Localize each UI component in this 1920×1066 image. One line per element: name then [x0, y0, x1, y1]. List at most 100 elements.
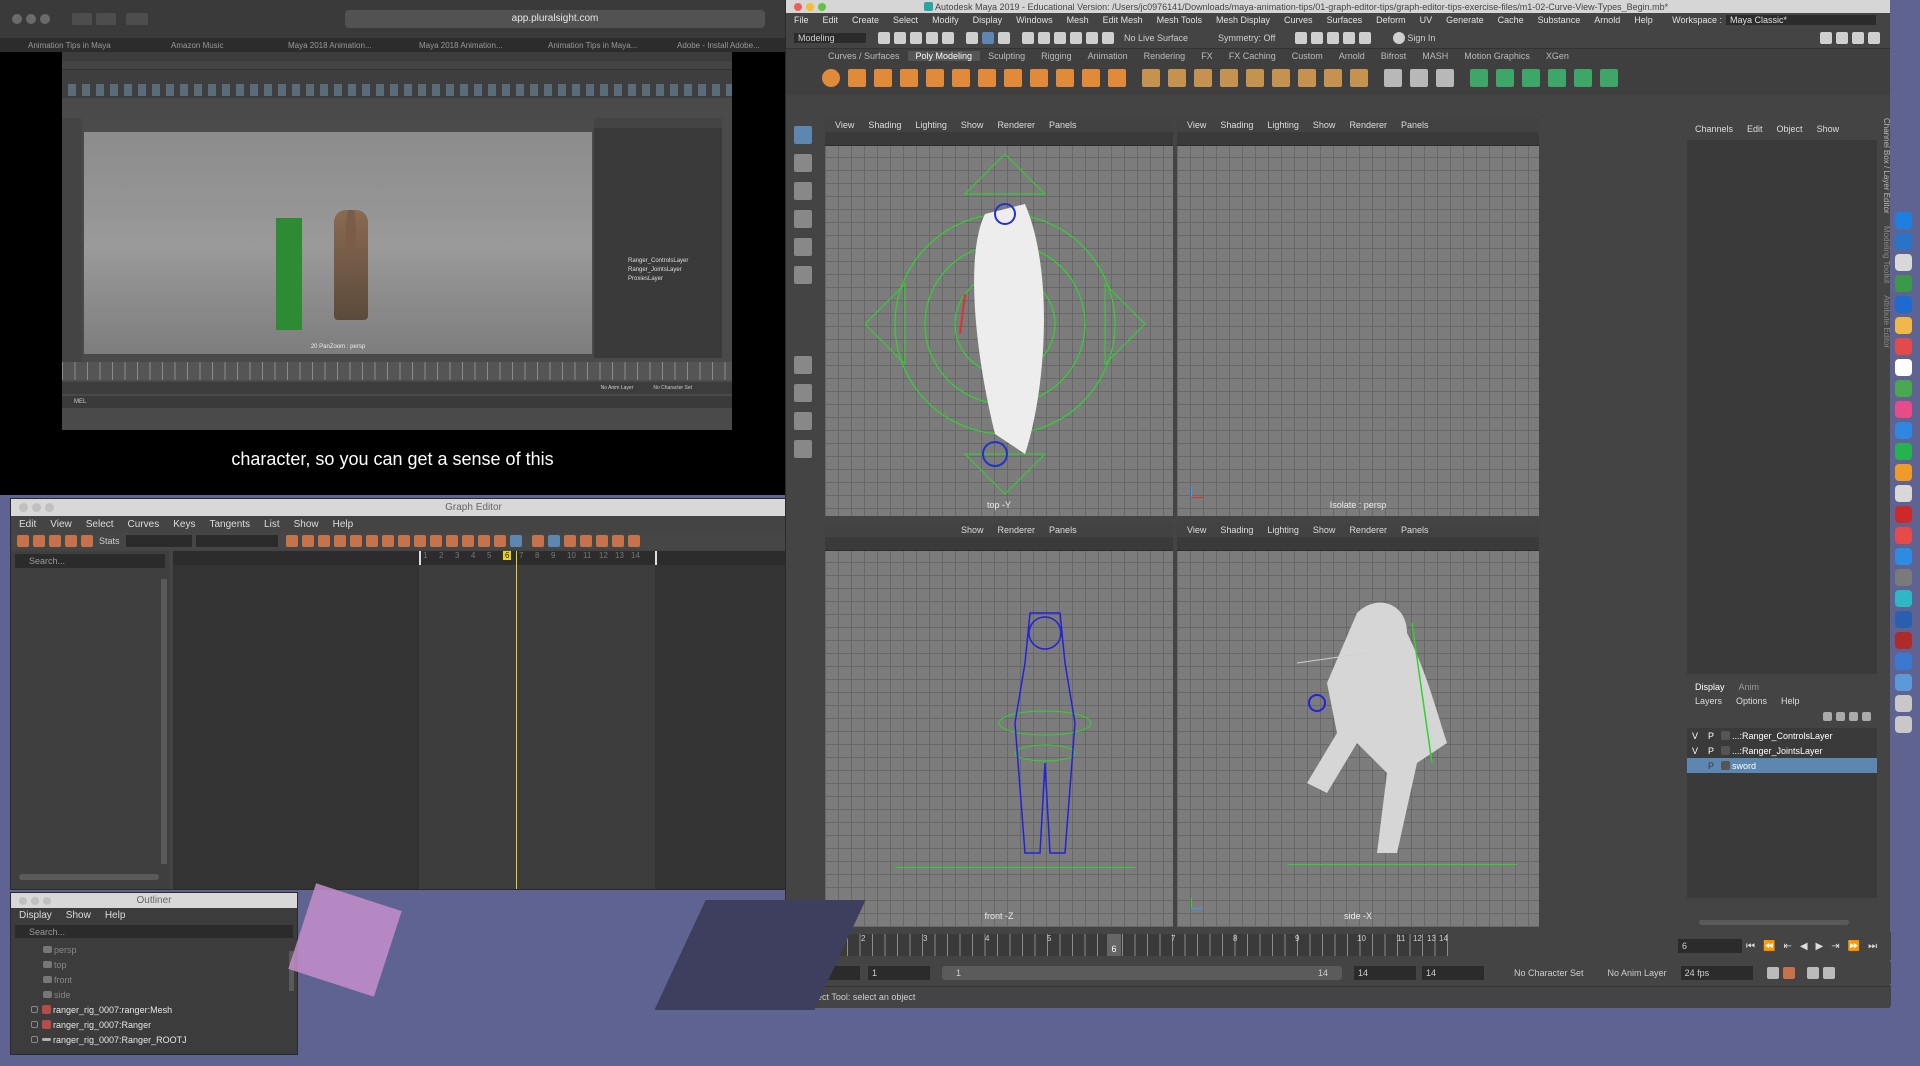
shelf-tab[interactable]: MASH: [1414, 51, 1456, 61]
dock-app-icon[interactable]: [1895, 653, 1912, 670]
forward-icon[interactable]: [96, 13, 116, 25]
layer-row-selected[interactable]: Psword: [1687, 758, 1877, 773]
browser-tab[interactable]: Maya 2018 Animation...: [393, 41, 524, 50]
open-scene-icon[interactable]: [894, 31, 906, 44]
spline-tangent-icon[interactable]: [333, 535, 346, 547]
shelf-tab[interactable]: Sculpting: [980, 51, 1033, 61]
snap-view-icon[interactable]: [1086, 31, 1098, 44]
normalize-icon[interactable]: [579, 535, 592, 547]
lock-weights-icon[interactable]: [477, 535, 490, 547]
snap-curve-icon[interactable]: [1038, 31, 1050, 44]
browser-tab[interactable]: Amazon Music: [131, 41, 262, 50]
dock-app-icon[interactable]: [1895, 590, 1912, 607]
panel-menu-show[interactable]: Show: [961, 120, 984, 130]
denormalize-icon[interactable]: [595, 535, 608, 547]
dock-app-icon[interactable]: [1895, 464, 1912, 481]
buffer-curve-icon[interactable]: [509, 535, 522, 547]
ge-menu-curves[interactable]: Curves: [128, 519, 160, 530]
panel-menu-lighting[interactable]: Lighting: [1267, 525, 1299, 535]
fps-dropdown[interactable]: 24 fps: [1680, 966, 1753, 980]
select-tool-icon[interactable]: [794, 126, 812, 144]
layer-scrollbar[interactable]: [1699, 920, 1849, 925]
ge-menu-select[interactable]: Select: [86, 519, 114, 530]
uv-editor-icon[interactable]: [1470, 69, 1488, 87]
ge-menu-tangents[interactable]: Tangents: [209, 519, 250, 530]
list-item[interactable]: front: [11, 972, 297, 987]
list-item[interactable]: ranger_rig_0007:Ranger_ROOTJ: [11, 1032, 297, 1047]
channels-object-menu[interactable]: Object: [1777, 124, 1803, 134]
boolean-icon[interactable]: [1220, 69, 1238, 87]
dock-app-icon[interactable]: [1895, 569, 1912, 586]
minimize-dot-icon[interactable]: [806, 2, 814, 11]
panel-menu-view[interactable]: View: [1187, 120, 1206, 130]
outliner-menu-help[interactable]: Help: [105, 910, 126, 921]
shelf-tab[interactable]: XGen: [1538, 51, 1577, 61]
dock-app-icon[interactable]: [1895, 359, 1912, 376]
panel-menu-renderer[interactable]: Renderer: [997, 120, 1035, 130]
play-forward-icon[interactable]: ▶: [1816, 941, 1824, 952]
dock-app-icon[interactable]: [1895, 611, 1912, 628]
combine-icon[interactable]: [1142, 69, 1160, 87]
svg-icon[interactable]: [1108, 69, 1126, 87]
menu-windows[interactable]: Windows: [1016, 15, 1053, 25]
panel-menu-view[interactable]: View: [835, 120, 854, 130]
super-shape-icon[interactable]: [1030, 69, 1048, 87]
flat-tangent-icon[interactable]: [381, 535, 394, 547]
dock-app-icon[interactable]: [1895, 506, 1912, 523]
select-hierarchy-icon[interactable]: [966, 31, 978, 44]
side-tab-attribute-editor[interactable]: Attribute Editor: [1882, 295, 1891, 348]
symmetry-label[interactable]: Symmetry: Off: [1218, 33, 1275, 43]
hypershade-icon[interactable]: [1359, 31, 1372, 44]
shelf-tab[interactable]: Curves / Surfaces: [820, 51, 908, 61]
redo-icon[interactable]: [942, 31, 954, 44]
dock-app-icon[interactable]: [1895, 443, 1912, 460]
save-scene-icon[interactable]: [910, 31, 922, 44]
dock-app-icon[interactable]: [1895, 632, 1912, 649]
layers-help-menu[interactable]: Help: [1781, 696, 1800, 706]
auto-map-icon[interactable]: [1574, 69, 1592, 87]
four-view-icon[interactable]: [794, 384, 812, 402]
move-key-icon[interactable]: [17, 535, 29, 547]
region-icon[interactable]: [65, 535, 77, 547]
menu-mesh-tools[interactable]: Mesh Tools: [1157, 15, 1202, 25]
undo-icon[interactable]: [926, 31, 938, 44]
toggle-tool-settings-icon[interactable]: [1852, 31, 1864, 44]
single-view-icon[interactable]: [794, 356, 812, 374]
step-back-key-icon[interactable]: ⏪: [1763, 941, 1775, 952]
panel-menu-shading[interactable]: Shading: [1220, 120, 1253, 130]
mirror-icon[interactable]: [1246, 69, 1264, 87]
step-tangent-icon[interactable]: [397, 535, 410, 547]
layer-tab-anim[interactable]: Anim: [1739, 682, 1760, 692]
outliner-search-field[interactable]: Search...: [15, 925, 293, 938]
menu-select[interactable]: Select: [893, 15, 918, 25]
list-item[interactable]: persp: [11, 942, 297, 957]
type-icon[interactable]: [1082, 69, 1100, 87]
close-dot-icon[interactable]: [794, 2, 802, 11]
shelf-tab[interactable]: Rendering: [1136, 51, 1194, 61]
poly-cube-icon[interactable]: [848, 69, 866, 87]
menu-surfaces[interactable]: Surfaces: [1327, 15, 1363, 25]
dock-app-icon[interactable]: [1895, 275, 1912, 292]
snap-projected-icon[interactable]: [1070, 31, 1082, 44]
panel-menu-renderer[interactable]: Renderer: [998, 525, 1036, 535]
list-item[interactable]: top: [11, 957, 297, 972]
viewport-top[interactable]: View Shading Lighting Show Renderer Pane…: [825, 118, 1173, 516]
render-settings-icon[interactable]: [1343, 31, 1356, 44]
playhead[interactable]: [516, 551, 517, 889]
dock-app-icon[interactable]: [1895, 674, 1912, 691]
menu-display[interactable]: Display: [973, 15, 1003, 25]
snap-grid-icon[interactable]: [1022, 31, 1034, 44]
frame-playback-icon[interactable]: [317, 535, 330, 547]
target-weld-icon[interactable]: [1410, 69, 1428, 87]
frame-all-icon[interactable]: [285, 535, 298, 547]
ge-horizontal-scrollbar[interactable]: [19, 874, 159, 880]
planar-map-icon[interactable]: [1496, 69, 1514, 87]
layer-row[interactable]: V P ...:Ranger_JointsLayer: [1687, 743, 1877, 758]
fill-hole-icon[interactable]: [1350, 69, 1368, 87]
select-object-icon[interactable]: [982, 31, 994, 44]
panel-menu-renderer[interactable]: Renderer: [1349, 120, 1387, 130]
side-tab-channel-box[interactable]: Channel Box / Layer Editor: [1882, 118, 1891, 214]
panel-toolbar[interactable]: [1177, 132, 1539, 146]
panel-toolbar[interactable]: [825, 537, 1173, 551]
select-component-icon[interactable]: [998, 31, 1010, 44]
